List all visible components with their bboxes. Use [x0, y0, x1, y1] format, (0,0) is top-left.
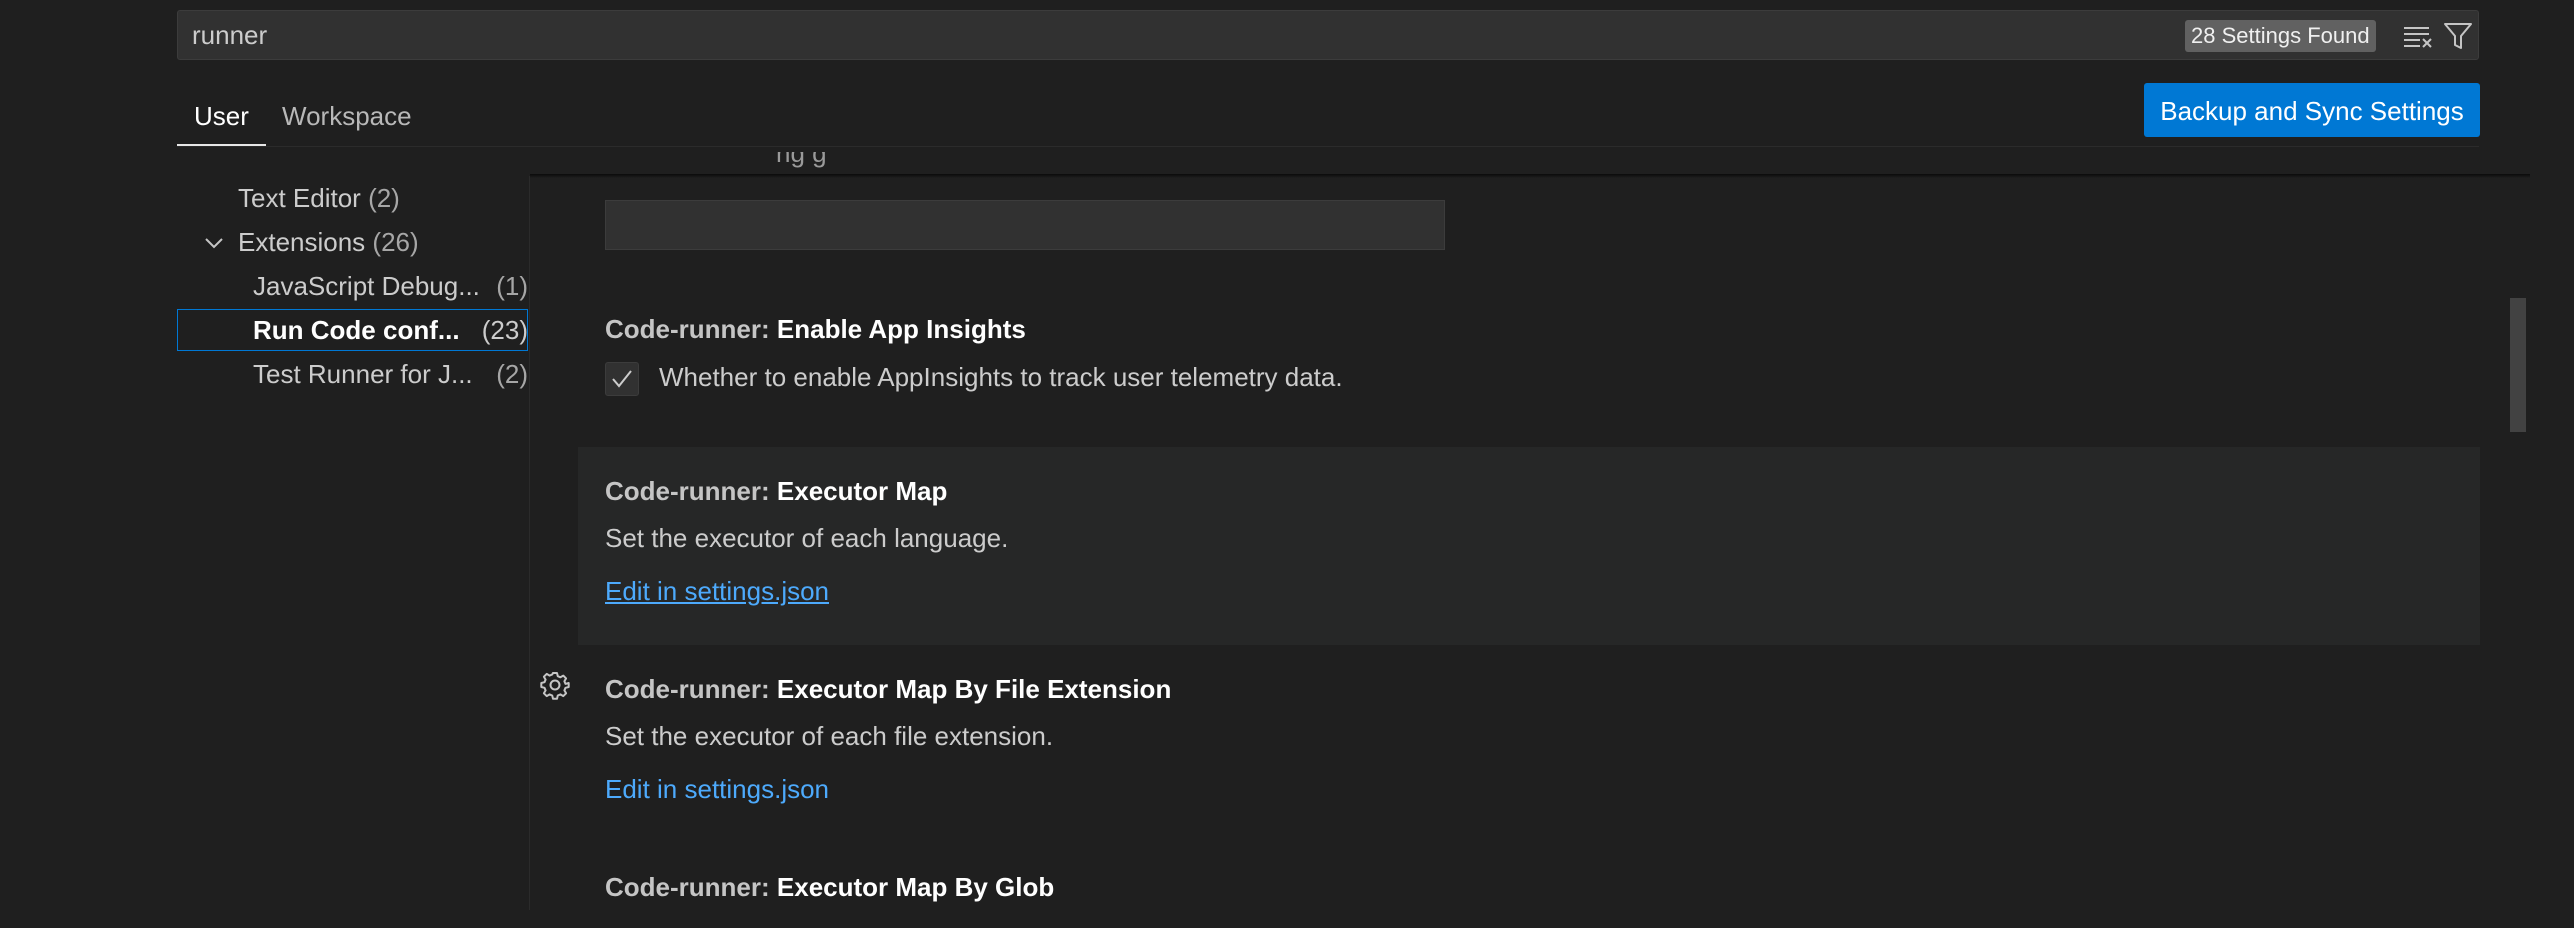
toc-divider: [529, 176, 530, 910]
toc-item-test-runner[interactable]: Test Runner for J... (2): [253, 354, 528, 394]
tabs-divider: [177, 146, 2479, 147]
clear-filter-icon[interactable]: [2403, 23, 2433, 49]
toc-item-text-editor[interactable]: Text Editor (2): [238, 178, 400, 218]
backup-sync-settings-button[interactable]: Backup and Sync Settings: [2144, 83, 2480, 137]
setting-title-executor-map: Code-runner: Executor Map: [605, 476, 947, 507]
settings-search-box[interactable]: runner 28 Settings Found: [177, 10, 2479, 60]
edit-in-settings-json-link[interactable]: Edit in settings.json: [605, 576, 829, 607]
setting-name: Executor Map By File Extension: [776, 674, 1172, 704]
toc-item-label: Extensions: [238, 227, 366, 257]
setting-name: Enable App Insights: [776, 314, 1026, 344]
setting-category: Code-runner:: [605, 872, 777, 902]
toc-item-javascript-debugger[interactable]: JavaScript Debug... (1): [253, 266, 528, 306]
setting-description: Set the executor of each language.: [605, 523, 1009, 553]
enable-app-insights-checkbox[interactable]: [605, 362, 639, 396]
search-input[interactable]: runner: [192, 11, 2092, 59]
edit-in-settings-json-link[interactable]: Edit in settings.json: [605, 774, 829, 805]
tab-user[interactable]: User: [194, 96, 249, 136]
checkbox-label: Whether to enable AppInsights to track u…: [659, 362, 1343, 392]
chevron-down-icon[interactable]: [204, 233, 224, 253]
toc-item-count: (23): [481, 315, 528, 345]
toc-item-label: Text Editor: [238, 183, 361, 213]
header-shadow: [530, 174, 2530, 178]
setting-name: Executor Map By Glob: [776, 872, 1055, 902]
toc-item-count: (2): [496, 359, 528, 389]
results-count-badge: 28 Settings Found: [2185, 20, 2376, 52]
setting-text-input[interactable]: [605, 200, 1445, 250]
setting-category: Code-runner:: [605, 674, 777, 704]
toc-item-count: (1): [496, 271, 528, 301]
setting-category: Code-runner:: [605, 476, 777, 506]
checkmark-icon: [612, 370, 632, 388]
setting-title-enable-app-insights: Code-runner: Enable App Insights: [605, 314, 1026, 345]
setting-category: Code-runner:: [605, 314, 777, 344]
toc-item-run-code-configuration[interactable]: Run Code conf... (23): [253, 310, 528, 350]
toc-item-count: (2): [368, 183, 400, 213]
gear-icon[interactable]: [540, 670, 570, 700]
partial-setting-title: ng g: [776, 152, 827, 168]
setting-title-executor-map-by-file-extension: Code-runner: Executor Map By File Extens…: [605, 674, 1171, 705]
settings-editor: runner 28 Settings Found User Workspace …: [0, 0, 2574, 928]
setting-title-executor-map-by-glob: Code-runner: Executor Map By Glob: [605, 872, 1054, 903]
scrollbar-thumb[interactable]: [2510, 298, 2526, 432]
filter-icon[interactable]: [2443, 21, 2473, 51]
setting-description: Set the executor of each file extension.: [605, 721, 1054, 751]
toc-item-extensions[interactable]: Extensions (26): [238, 222, 419, 262]
toc-item-label: JavaScript Debug...: [253, 271, 480, 301]
tab-workspace[interactable]: Workspace: [282, 96, 412, 136]
setting-name: Executor Map: [776, 476, 948, 506]
toc-item-label: Test Runner for J...: [253, 359, 473, 389]
toc-item-label: Run Code conf...: [253, 315, 460, 345]
toc-item-count: (26): [372, 227, 419, 257]
